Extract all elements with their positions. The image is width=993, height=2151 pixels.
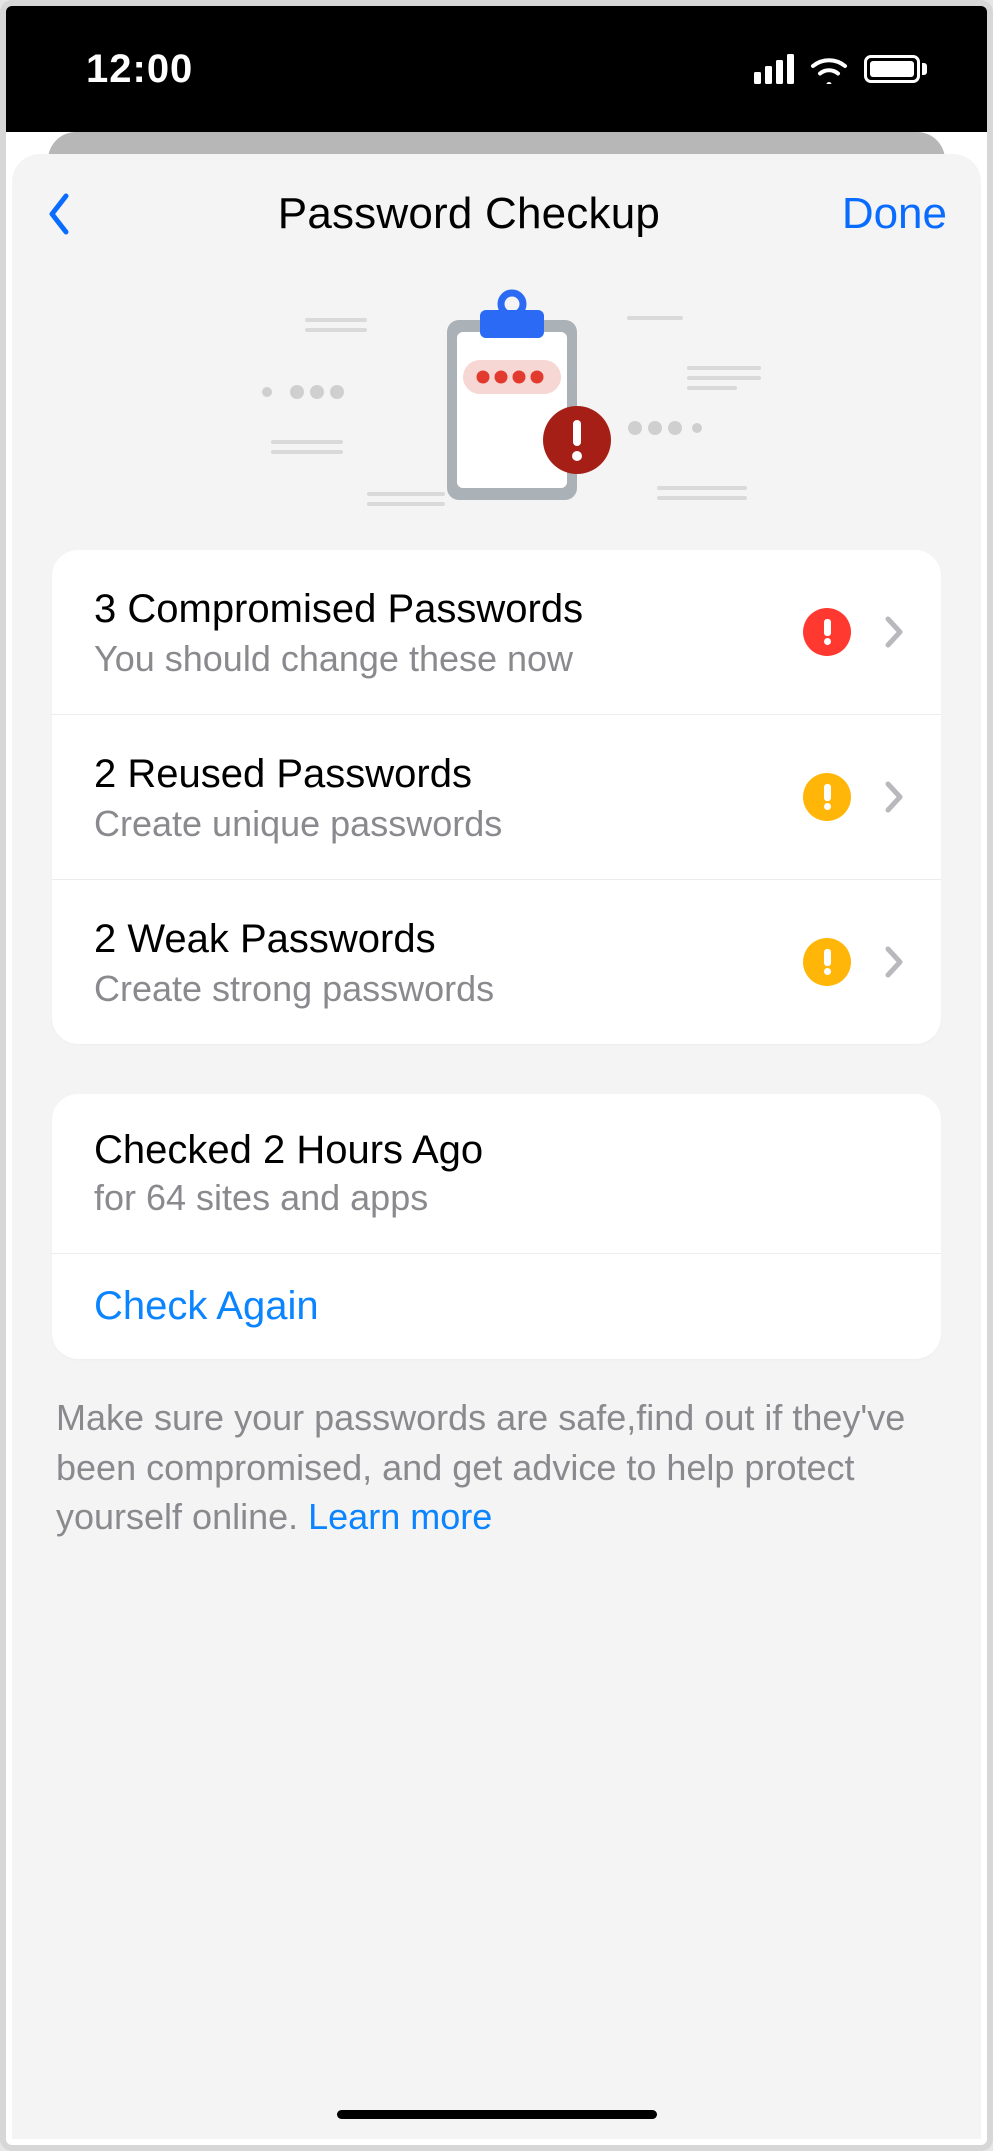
status-icons (754, 54, 927, 84)
learn-more-link[interactable]: Learn more (308, 1496, 492, 1537)
row-weak[interactable]: 2 Weak Passwords Create strong passwords (52, 879, 941, 1044)
checked-subtitle: for 64 sites and apps (94, 1177, 911, 1219)
illustration (12, 274, 981, 550)
chevron-right-icon (885, 616, 903, 648)
row-subtitle: You should change these now (94, 638, 779, 680)
row-compromised[interactable]: 3 Compromised Passwords You should chang… (52, 550, 941, 714)
home-indicator[interactable] (337, 2110, 657, 2119)
alert-badge-yellow (803, 938, 851, 986)
wifi-icon (808, 54, 850, 84)
footer-text: Make sure your passwords are safe,find o… (56, 1393, 937, 1542)
chevron-right-icon (885, 946, 903, 978)
row-title: 2 Reused Passwords (94, 749, 779, 799)
main-sheet: Password Checkup Done (12, 154, 981, 2139)
row-text: 2 Weak Passwords Create strong passwords (94, 914, 779, 1010)
row-text: 3 Compromised Passwords You should chang… (94, 584, 779, 680)
device-frame: 12:00 Password Checkup Done (0, 0, 993, 2151)
row-title: 3 Compromised Passwords (94, 584, 779, 634)
alert-badge-yellow (803, 773, 851, 821)
alert-badge-red (803, 608, 851, 656)
exclamation-icon (824, 619, 831, 645)
exclamation-icon (824, 784, 831, 810)
status-bar: 12:00 (6, 6, 987, 132)
chevron-right-icon (885, 781, 903, 813)
cellular-icon (754, 54, 794, 84)
clipboard-icon (197, 280, 797, 520)
row-text: Checked 2 Hours Ago for 64 sites and app… (94, 1128, 911, 1219)
row-text: 2 Reused Passwords Create unique passwor… (94, 749, 779, 845)
back-button[interactable] (46, 192, 96, 236)
nav-bar: Password Checkup Done (12, 154, 981, 274)
checked-card: Checked 2 Hours Ago for 64 sites and app… (52, 1094, 941, 1359)
row-reused[interactable]: 2 Reused Passwords Create unique passwor… (52, 714, 941, 879)
row-subtitle: Create strong passwords (94, 968, 779, 1010)
row-subtitle: Create unique passwords (94, 803, 779, 845)
chevron-left-icon (46, 192, 70, 236)
page-title: Password Checkup (278, 189, 660, 239)
done-button[interactable]: Done (842, 189, 947, 239)
exclamation-icon (824, 949, 831, 975)
issues-card: 3 Compromised Passwords You should chang… (52, 550, 941, 1044)
status-time: 12:00 (86, 47, 193, 92)
check-again-button[interactable]: Check Again (94, 1284, 319, 1329)
battery-icon (864, 55, 927, 83)
row-title: 2 Weak Passwords (94, 914, 779, 964)
checked-title: Checked 2 Hours Ago (94, 1128, 911, 1173)
row-check-again[interactable]: Check Again (52, 1253, 941, 1359)
row-checked: Checked 2 Hours Ago for 64 sites and app… (52, 1094, 941, 1253)
